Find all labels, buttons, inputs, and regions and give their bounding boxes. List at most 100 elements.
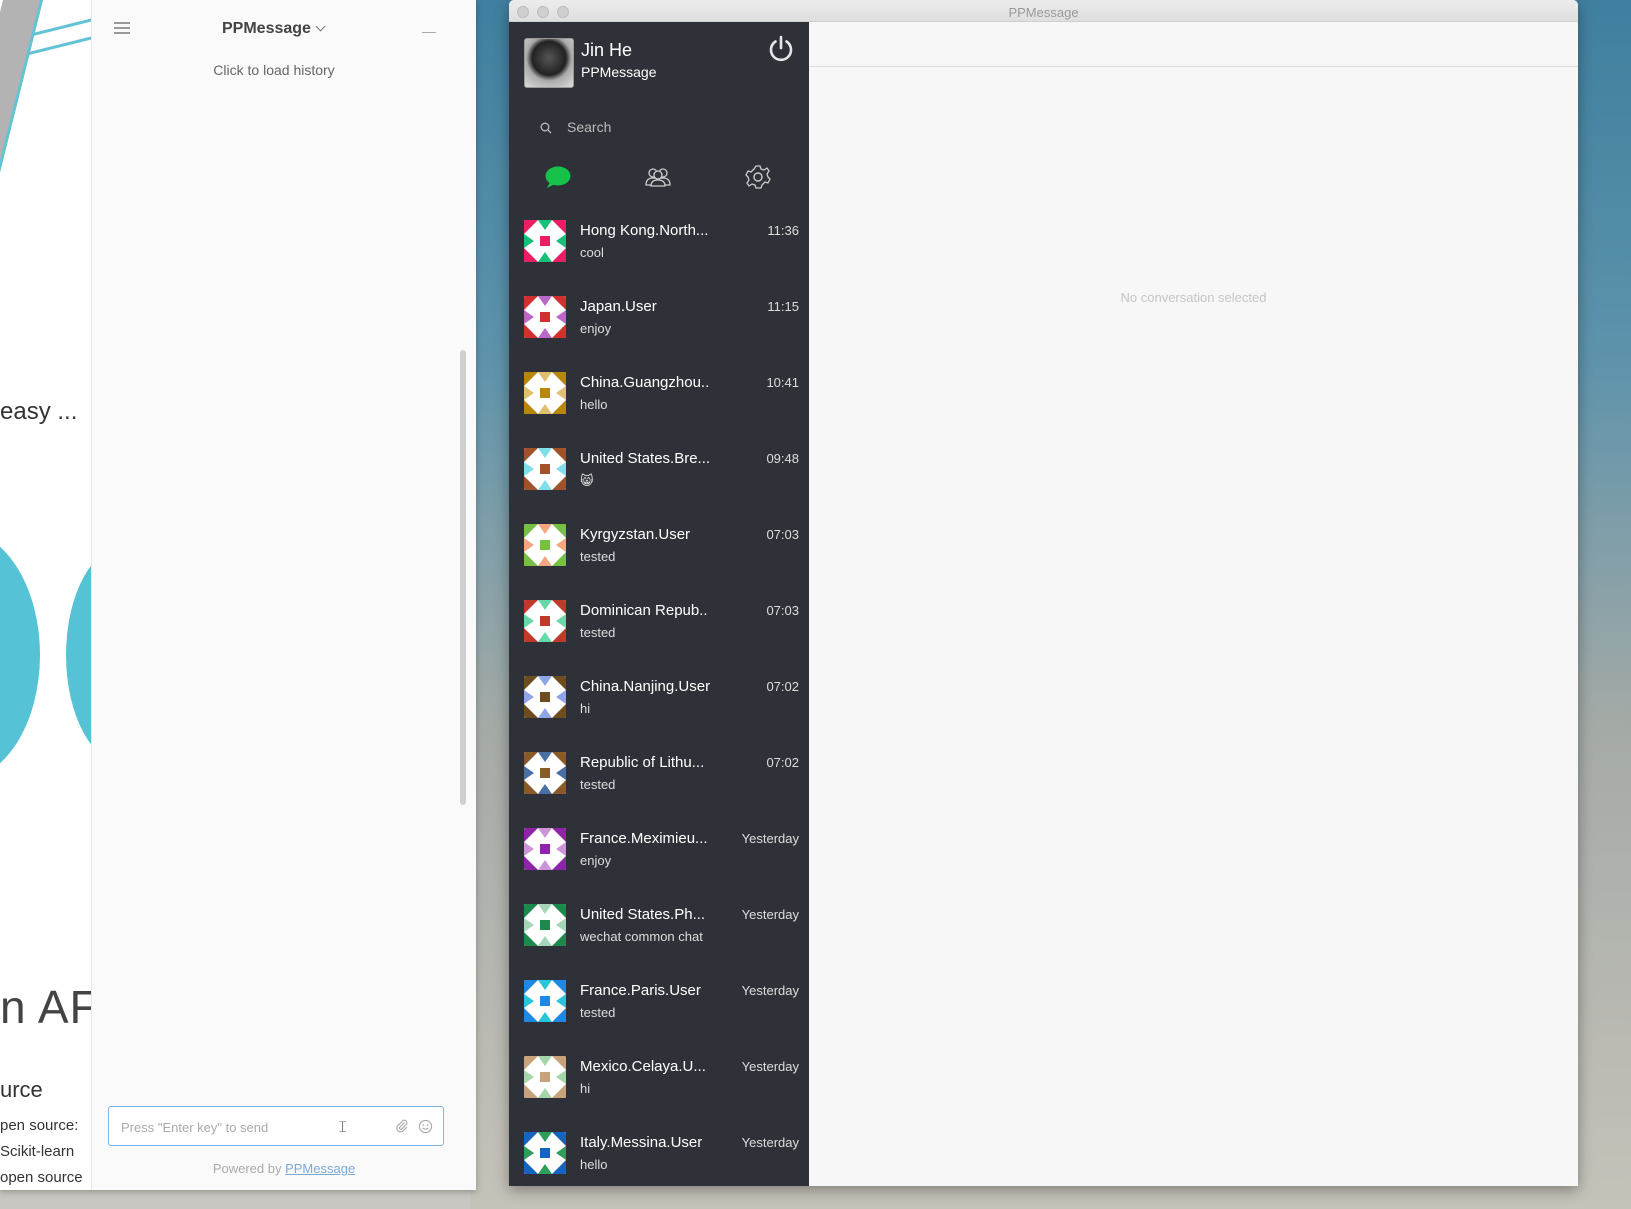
conversation-avatar <box>524 600 566 642</box>
conversation-name: Japan.User <box>580 298 657 315</box>
conversation-name: China.Guangzhou.. <box>580 374 710 391</box>
attachment-icon[interactable] <box>395 1119 409 1133</box>
profile-name: Jin He <box>581 40 633 60</box>
conversation-last-message: tested <box>580 549 616 564</box>
app-window: PPMessage Jin He PPMessage Search Hong K… <box>509 0 1578 1186</box>
avatar[interactable] <box>524 38 574 88</box>
scrollbar[interactable] <box>460 350 466 805</box>
conversation-time: 07:03 <box>766 527 799 542</box>
tab-contacts[interactable] <box>644 164 672 190</box>
conversation-last-message: enjoy <box>580 853 612 868</box>
conversation-item[interactable]: Hong Kong.North... 11:36 cool <box>509 210 809 286</box>
conversation-last-message: hello <box>580 1157 608 1172</box>
search-label: Search <box>567 119 612 135</box>
load-history-link[interactable]: Click to load history <box>92 62 456 78</box>
conversation-avatar <box>524 676 566 718</box>
menu-icon[interactable] <box>114 22 130 34</box>
conversation-name: United States.Ph... <box>580 906 706 923</box>
conversation-time: 11:15 <box>767 299 799 314</box>
sidebar: Jin He PPMessage Search Hong Kong.North.… <box>509 22 809 1186</box>
tab-settings[interactable] <box>744 164 772 190</box>
site-text-fragment: pen source: <box>0 1117 79 1134</box>
conversation-item[interactable]: Dominican Repub.. 07:03 tested <box>509 590 809 666</box>
conversation-list: Hong Kong.North... 11:36 cool Japan.User 11:… <box>509 210 809 1186</box>
conversation-item[interactable]: Mexico.Celaya.U... Yesterday hi <box>509 1046 809 1122</box>
conversation-last-message: wechat common chat <box>580 929 703 944</box>
conversation-last-message: tested <box>580 777 616 792</box>
conversation-time: 10:41 <box>766 375 799 390</box>
conversation-avatar <box>524 904 566 946</box>
site-heading-fragment: easy ... <box>0 398 78 425</box>
conversation-last-message: hi <box>580 1081 591 1096</box>
conversation-name: Hong Kong.North... <box>580 222 709 239</box>
site-text-fragment: open source <box>0 1169 83 1186</box>
widget-title-dropdown[interactable]: PPMessage <box>222 20 326 38</box>
power-icon[interactable] <box>766 34 796 64</box>
conversation-item[interactable]: China.Nanjing.User 07:02 hi <box>509 666 809 742</box>
conversation-time: 09:48 <box>766 451 799 466</box>
message-input[interactable] <box>121 1117 371 1137</box>
chevron-down-icon <box>315 21 326 32</box>
identicon-icon <box>524 372 566 414</box>
conversation-time: 07:03 <box>766 603 799 618</box>
window-title: PPMessage <box>1008 5 1079 20</box>
conversation-time: Yesterday <box>741 1059 799 1074</box>
identicon-icon <box>524 448 566 490</box>
conversation-time: Yesterday <box>741 907 799 922</box>
chat-widget: PPMessage Click to load history 𝙸 Powere… <box>92 0 476 1190</box>
identicon-icon <box>524 904 566 946</box>
profile-header: Jin He PPMessage <box>509 22 809 102</box>
conversation-avatar <box>524 1056 566 1098</box>
conversation-item[interactable]: France.Paris.User Yesterday tested <box>509 970 809 1046</box>
emoji-icon[interactable] <box>418 1119 433 1134</box>
main-pane: No conversation selected <box>809 22 1578 1186</box>
identicon-icon <box>524 752 566 794</box>
conversation-last-message: 😸 <box>580 473 594 488</box>
minimize-icon[interactable] <box>422 32 436 33</box>
conversation-avatar <box>524 828 566 870</box>
conversation-name: Dominican Repub.. <box>580 602 708 619</box>
conversation-item[interactable]: China.Guangzhou.. 10:41 hello <box>509 362 809 438</box>
browser-window: easy ... n AF urce pen source: Scikit-le… <box>0 0 476 1190</box>
site-text-fragment: Scikit-learn <box>0 1143 75 1160</box>
powered-by-link[interactable]: PPMessage <box>285 1161 355 1176</box>
conversation-item[interactable]: Japan.User 11:15 enjoy <box>509 286 809 362</box>
site-subheading-fragment: urce <box>0 1077 43 1102</box>
powered-by: Powered by PPMessage <box>92 1161 476 1176</box>
conversation-time: Yesterday <box>741 983 799 998</box>
conversation-item[interactable]: France.Meximieu... Yesterday enjoy <box>509 818 809 894</box>
text-cursor-icon: 𝙸 <box>337 1119 349 1136</box>
conversation-avatar <box>524 524 566 566</box>
conversation-name: Kyrgyzstan.User <box>580 526 691 543</box>
powered-by-text: Powered by <box>212 1161 282 1176</box>
conversation-name: France.Meximieu... <box>580 830 708 847</box>
identicon-icon <box>524 980 566 1022</box>
identicon-icon <box>524 828 566 870</box>
conversation-item[interactable]: Republic of Lithu... 07:02 tested <box>509 742 809 818</box>
site-title-fragment: n AF <box>0 981 92 1033</box>
conversation-avatar <box>524 296 566 338</box>
conversation-time: 11:36 <box>767 223 799 238</box>
tab-bar <box>509 158 809 198</box>
widget-title: PPMessage <box>222 20 311 37</box>
conversation-avatar <box>524 980 566 1022</box>
conversation-avatar <box>524 372 566 414</box>
decorative-circle <box>0 530 40 780</box>
window-titlebar[interactable]: PPMessage <box>509 0 1578 22</box>
tab-chats[interactable] <box>544 164 572 190</box>
profile-org: PPMessage <box>581 64 657 80</box>
conversation-item[interactable]: Kyrgyzstan.User 07:03 tested <box>509 514 809 590</box>
conversation-name: France.Paris.User <box>580 982 701 999</box>
conversation-item[interactable]: Italy.Messina.User Yesterday hello <box>509 1122 809 1186</box>
conversation-time: 07:02 <box>766 679 799 694</box>
conversation-last-message: enjoy <box>580 321 612 336</box>
identicon-icon <box>524 676 566 718</box>
conversation-time: Yesterday <box>741 831 799 846</box>
conversation-avatar <box>524 1132 566 1174</box>
conversation-item[interactable]: United States.Ph... Yesterday wechat commo… <box>509 894 809 970</box>
conversation-last-message: hello <box>580 397 608 412</box>
search-bar[interactable]: Search <box>524 112 794 142</box>
conversation-item[interactable]: United States.Bre... 09:48 😸 <box>509 438 809 514</box>
conversation-name: China.Nanjing.User <box>580 678 711 695</box>
conversation-time: 07:02 <box>766 755 799 770</box>
